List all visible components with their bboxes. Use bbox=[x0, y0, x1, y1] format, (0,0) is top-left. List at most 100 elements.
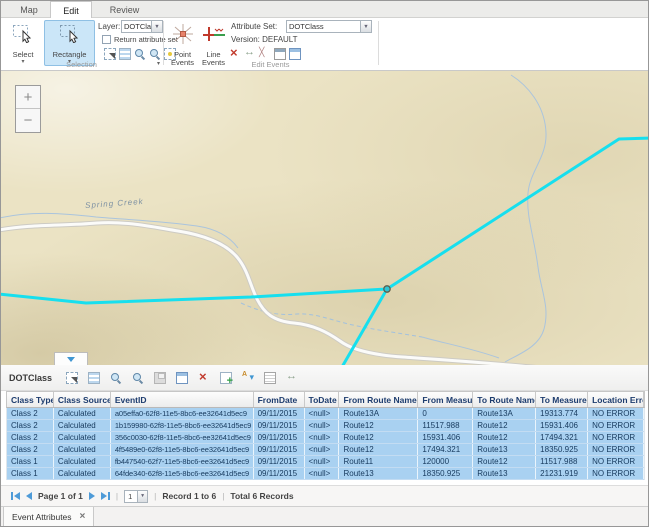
select-tool-icon bbox=[12, 24, 34, 48]
zoom-to-icon[interactable] bbox=[110, 372, 122, 384]
table-cell: NO ERROR bbox=[588, 408, 644, 419]
table-cell: 18350.925 bbox=[418, 468, 473, 479]
table-row[interactable]: Class 2Calculated4f5489e0-62f8-11e5-8bc6… bbox=[7, 444, 644, 456]
sort-rows-icon[interactable] bbox=[242, 372, 254, 384]
close-tab-icon[interactable]: × bbox=[80, 513, 86, 521]
pan-to-icon[interactable] bbox=[132, 372, 144, 384]
table-cell: Class 2 bbox=[7, 408, 54, 419]
column-header[interactable]: To Route Name bbox=[473, 392, 536, 407]
pager-separator: | bbox=[154, 491, 156, 501]
save-icon[interactable] bbox=[154, 372, 166, 384]
table-cell: a05effa0-62f8-11e5-8bc6-ee32641d5ec9 bbox=[111, 408, 254, 419]
select-rows-icon[interactable] bbox=[119, 48, 131, 60]
table-cell: 11517.988 bbox=[418, 420, 473, 431]
rectangle-select-icon bbox=[59, 24, 81, 48]
column-header[interactable]: Location Error bbox=[588, 392, 644, 407]
table-cell: 09/11/2015 bbox=[254, 408, 305, 419]
table-cell: 09/11/2015 bbox=[254, 444, 305, 455]
extent-icon[interactable] bbox=[286, 372, 298, 384]
column-header[interactable]: EventID bbox=[111, 392, 254, 407]
table-row[interactable]: Class 2Calculated356c0030-62f8-11e5-8bc6… bbox=[7, 432, 644, 444]
attributes-window-icon[interactable] bbox=[274, 48, 286, 60]
page-number-dropdown[interactable]: 1 ▼ bbox=[124, 490, 148, 503]
table-row[interactable]: Class 1Calculated64fde340-62f8-11e5-8bc6… bbox=[7, 468, 644, 480]
add-row-icon[interactable] bbox=[220, 372, 232, 384]
table-toolbar-icons bbox=[66, 372, 298, 384]
page-dropdown-arrow-icon[interactable]: ▼ bbox=[137, 491, 147, 502]
table-cell: 120000 bbox=[418, 456, 473, 467]
page-number-value: 1 bbox=[125, 491, 137, 502]
bottom-tabstrip: Event Attributes × bbox=[1, 506, 648, 527]
table-view-icon[interactable] bbox=[176, 372, 188, 384]
first-page-button[interactable] bbox=[11, 492, 20, 500]
table-cell: <null> bbox=[305, 456, 340, 467]
pan-selected-icon[interactable] bbox=[149, 48, 161, 60]
table-cell: Route11 bbox=[339, 456, 418, 467]
attribute-set-dropdown[interactable]: DOTClass ▼ bbox=[286, 20, 372, 33]
table-cell: Route13 bbox=[473, 468, 536, 479]
attribute-set-label: Attribute Set: bbox=[231, 22, 277, 31]
table-cell: 09/11/2015 bbox=[254, 420, 305, 431]
measure-event-icon[interactable] bbox=[244, 48, 256, 60]
panel-collapse-handle[interactable] bbox=[54, 352, 88, 365]
table-cell: Route12 bbox=[473, 432, 536, 443]
page-label: Page 1 of 1 bbox=[38, 491, 83, 501]
zoom-in-button[interactable]: + bbox=[16, 86, 40, 109]
last-page-button[interactable] bbox=[101, 492, 110, 500]
select-tool-icon[interactable] bbox=[66, 372, 78, 384]
previous-page-button[interactable] bbox=[26, 492, 32, 500]
show-rows-icon[interactable] bbox=[88, 372, 100, 384]
table-cell: Class 1 bbox=[7, 468, 54, 479]
delete-event-icon[interactable] bbox=[229, 48, 241, 60]
column-header[interactable]: Class Type bbox=[7, 392, 54, 407]
table-row[interactable]: Class 1Calculatedfb447540-62f7-11e5-8bc6… bbox=[7, 456, 644, 468]
return-attribute-checkbox[interactable] bbox=[102, 35, 111, 44]
column-header[interactable]: From Route Name bbox=[339, 392, 418, 407]
tab-map[interactable]: Map bbox=[9, 1, 49, 18]
tab-review[interactable]: Review bbox=[97, 1, 152, 18]
route-junction-point bbox=[384, 286, 390, 292]
total-records-label: Total 6 Records bbox=[230, 491, 293, 501]
zoom-selected-icon[interactable] bbox=[134, 48, 146, 60]
group-separator bbox=[378, 21, 379, 65]
table-cell: 4f5489e0-62f8-11e5-8bc6-ee32641d5ec9 bbox=[111, 444, 254, 455]
table-row[interactable]: Class 2Calculated1b159980-62f8-11e5-8bc6… bbox=[7, 420, 644, 432]
table-cell: Calculated bbox=[54, 468, 111, 479]
table-cell: 356c0030-62f8-11e5-8bc6-ee32641d5ec9 bbox=[111, 432, 254, 443]
column-header[interactable]: From Measure bbox=[418, 392, 473, 407]
route-northeast bbox=[387, 138, 649, 289]
column-header[interactable]: To Measure bbox=[536, 392, 588, 407]
column-header[interactable]: FromDate bbox=[254, 392, 305, 407]
map-view[interactable]: Spring Creek + − bbox=[1, 71, 649, 365]
version-label: Version: DEFAULT bbox=[231, 35, 298, 44]
column-header[interactable]: ToDate bbox=[305, 392, 340, 407]
layer-dropdown[interactable]: DOTClass ▼ bbox=[121, 20, 163, 33]
attribute-set-dropdown-arrow-icon[interactable]: ▼ bbox=[360, 21, 371, 32]
edit-events-mini-toolbar bbox=[229, 48, 301, 60]
event-attributes-tab[interactable]: Event Attributes × bbox=[3, 507, 94, 527]
delete-row-icon[interactable] bbox=[198, 372, 210, 384]
table-cell: Route12 bbox=[473, 420, 536, 431]
layer-value: DOTClass bbox=[122, 21, 151, 32]
next-page-button[interactable] bbox=[89, 492, 95, 500]
table-row[interactable]: Class 2Calculateda05effa0-62f8-11e5-8bc6… bbox=[7, 408, 644, 420]
route-west bbox=[1, 289, 387, 303]
column-header[interactable]: Class Source bbox=[54, 392, 111, 407]
table-cell: Route13A bbox=[339, 408, 418, 419]
row-form-icon[interactable] bbox=[264, 372, 276, 384]
table-cell: <null> bbox=[305, 420, 340, 431]
attribute-set-value: DOTClass bbox=[287, 21, 360, 32]
table-cell: NO ERROR bbox=[588, 444, 644, 455]
table-cell: 17494.321 bbox=[536, 432, 588, 443]
zoom-out-button[interactable]: − bbox=[16, 109, 40, 132]
select-area-icon[interactable] bbox=[104, 48, 116, 60]
tab-edit[interactable]: Edit bbox=[50, 1, 92, 19]
pager-separator: | bbox=[116, 491, 118, 501]
point-events-icon bbox=[172, 24, 194, 49]
split-event-icon[interactable] bbox=[259, 48, 271, 60]
grid-pager: Page 1 of 1 | 1 ▼ | Record 1 to 6 | Tota… bbox=[1, 485, 648, 506]
layer-dropdown-arrow-icon[interactable]: ▼ bbox=[151, 21, 162, 32]
table-cell: 0 bbox=[418, 408, 473, 419]
attribute-table-icon[interactable] bbox=[289, 48, 301, 60]
event-attributes-tab-label: Event Attributes bbox=[12, 512, 72, 522]
